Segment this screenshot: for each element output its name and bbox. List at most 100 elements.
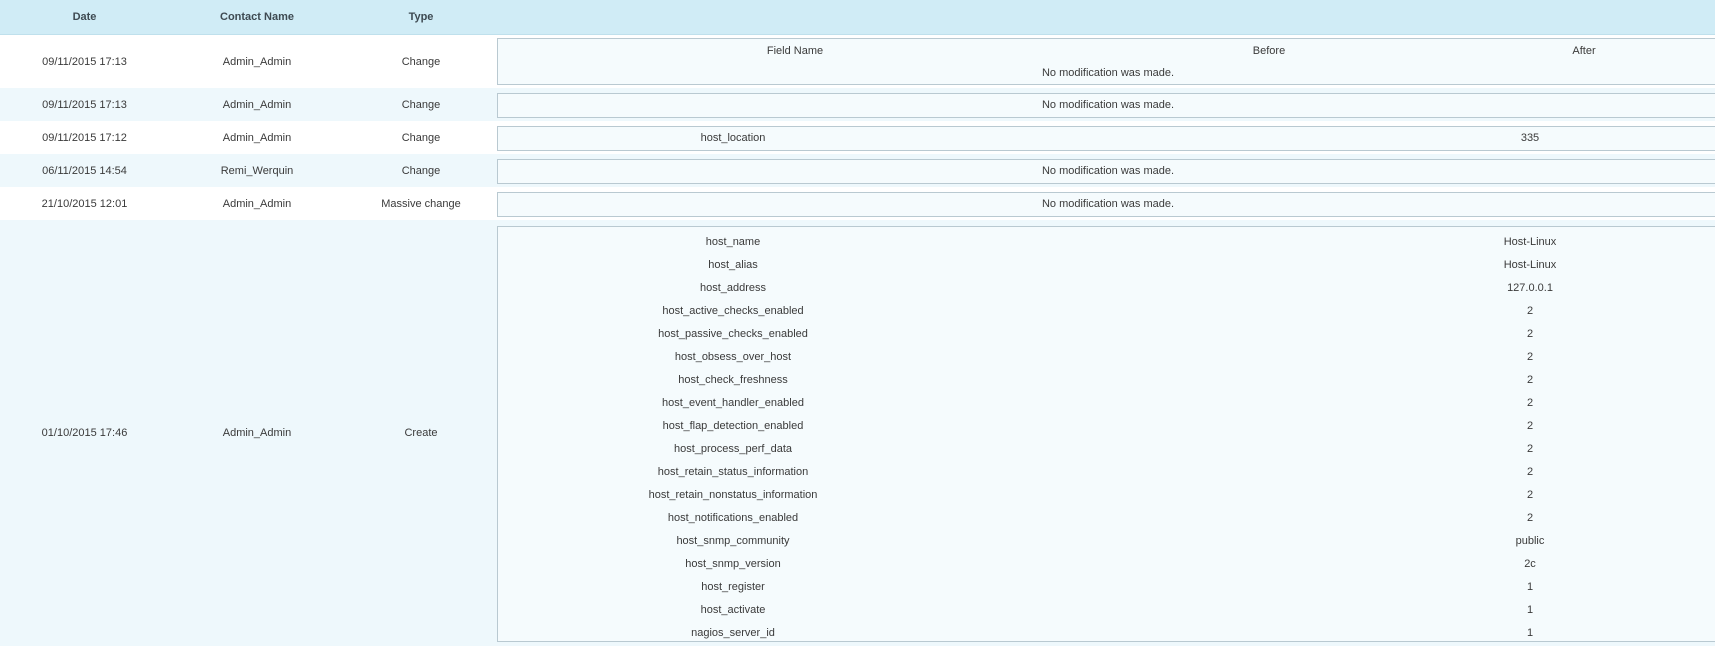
detail-entry: host_retain_status_information 2: [498, 461, 1715, 484]
change-details-box: host_location 335: [497, 126, 1715, 151]
row-contact: Admin_Admin: [222, 197, 292, 210]
detail-entry: host_alias Host-Linux: [498, 254, 1715, 277]
detail-entry: host_retain_nonstatus_information 2: [498, 484, 1715, 507]
field-after-value: 335: [1520, 132, 1540, 144]
field-name: host_check_freshness: [678, 374, 788, 386]
field-name: host_name: [705, 236, 761, 248]
field-name: host_notifications_enabled: [667, 512, 799, 524]
details-header-before: Before: [1252, 45, 1286, 57]
field-name: host_location: [700, 132, 766, 144]
field-name: host_event_handler_enabled: [662, 397, 804, 409]
detail-entry: host_check_freshness 2: [498, 369, 1715, 392]
detail-entry: host_flap_detection_enabled 2: [498, 415, 1715, 438]
table-row: 21/10/2015 12:01 Admin_Admin Massive cha…: [0, 187, 1715, 220]
row-contact: Admin_Admin: [222, 55, 292, 68]
table-row: 06/11/2015 14:54 Remi_Werquin Change No …: [0, 154, 1715, 187]
row-type: Change: [401, 164, 441, 177]
row-type: Change: [401, 131, 441, 144]
field-after-value: 2: [1526, 305, 1534, 317]
change-details-box: Field Name Before After No modification …: [497, 38, 1715, 85]
no-modification-message: No modification was made.: [1041, 198, 1175, 210]
field-name: host_obsess_over_host: [674, 351, 792, 363]
field-name: host_alias: [708, 259, 758, 271]
row-type: Change: [401, 55, 441, 68]
field-name: host_register: [701, 581, 765, 593]
field-name: nagios_server_id: [691, 627, 775, 639]
field-after-value: Host-Linux: [1503, 236, 1557, 248]
field-name: host_active_checks_enabled: [662, 305, 804, 317]
field-name: host_address: [699, 282, 767, 294]
change-log-table: Date Contact Name Type 09/11/2015 17:13 …: [0, 0, 1715, 646]
change-details-box: No modification was made.: [497, 159, 1715, 184]
detail-entry: host_active_checks_enabled 2: [498, 300, 1715, 323]
row-date: 09/11/2015 17:12: [42, 131, 127, 144]
field-after-value: Host-Linux: [1503, 259, 1557, 271]
field-after-value: 1: [1526, 604, 1534, 616]
row-date: 21/10/2015 12:01: [41, 197, 128, 210]
column-header-type[interactable]: Type: [345, 0, 497, 34]
field-name: host_snmp_community: [676, 535, 790, 547]
field-after-value: 127.0.0.1: [1507, 282, 1553, 294]
created-fields-list: host_name Host-Linux host_alias Host-Linux h…: [498, 231, 1715, 645]
table-row: 01/10/2015 17:46 Admin_Admin Create host…: [0, 220, 1715, 646]
field-after-value: 2: [1526, 489, 1534, 501]
no-modification-message: No modification was made.: [1041, 99, 1175, 111]
details-header-field: Field Name: [766, 45, 824, 57]
field-name: host_retain_status_information: [657, 466, 809, 478]
detail-entry: host_location 335: [498, 127, 1715, 150]
field-name: host_process_perf_data: [673, 443, 793, 455]
field-after-value: 2: [1526, 420, 1534, 432]
table-header: Date Contact Name Type: [0, 0, 1715, 35]
row-date: 01/10/2015 17:46: [41, 427, 128, 439]
field-after-value: 1: [1526, 581, 1534, 593]
field-name: host_snmp_version: [685, 558, 781, 570]
row-contact: Admin_Admin: [222, 98, 292, 111]
field-after-value: 2: [1526, 351, 1534, 363]
field-after-value: 2: [1526, 512, 1534, 524]
field-after-value: 2: [1526, 328, 1534, 340]
detail-entry: host_event_handler_enabled 2: [498, 392, 1715, 415]
change-details-box: No modification was made.: [497, 93, 1715, 118]
detail-entry: host_obsess_over_host 2: [498, 346, 1715, 369]
row-date: 09/11/2015 17:13: [42, 98, 127, 111]
field-after-value: 2: [1526, 466, 1534, 478]
detail-entry: host_passive_checks_enabled 2: [498, 323, 1715, 346]
field-after-value: public: [1515, 535, 1545, 547]
table-row: 09/11/2015 17:13 Admin_Admin Change Fiel…: [0, 35, 1715, 88]
detail-entry: host_notifications_enabled 2: [498, 507, 1715, 530]
row-date: 09/11/2015 17:13: [42, 55, 127, 68]
field-after-value: 2: [1526, 397, 1534, 409]
change-details-box: host_name Host-Linux host_alias Host-Linux h…: [497, 226, 1715, 642]
field-name: host_passive_checks_enabled: [658, 328, 808, 340]
column-header-date[interactable]: Date: [0, 0, 169, 34]
field-after-value: 1: [1526, 627, 1534, 639]
table-row: 09/11/2015 17:12 Admin_Admin Change host…: [0, 121, 1715, 154]
change-details-box: No modification was made.: [497, 192, 1715, 217]
detail-entry: host_snmp_community public: [498, 530, 1715, 553]
detail-entry: nagios_server_id 1: [498, 622, 1715, 645]
field-after-value: 2: [1526, 443, 1534, 455]
row-contact: Admin_Admin: [222, 427, 292, 439]
detail-entry: host_register 1: [498, 576, 1715, 599]
field-name: host_activate: [700, 604, 766, 616]
column-header-contact[interactable]: Contact Name: [169, 0, 345, 34]
field-name: host_retain_nonstatus_information: [648, 489, 818, 501]
details-header: Field Name Before After: [498, 45, 1715, 59]
row-type: Massive change: [381, 197, 461, 210]
detail-entry: host_address 127.0.0.1: [498, 277, 1715, 300]
row-date: 06/11/2015 14:54: [42, 164, 127, 177]
field-name: host_flap_detection_enabled: [662, 420, 804, 432]
row-type: Change: [401, 98, 441, 111]
table-row: 09/11/2015 17:13 Admin_Admin Change No m…: [0, 88, 1715, 121]
no-modification-message: No modification was made.: [1041, 165, 1175, 177]
row-type: Create: [404, 427, 438, 439]
field-after-value: 2: [1526, 374, 1534, 386]
row-contact: Admin_Admin: [222, 131, 292, 144]
detail-entry: host_name Host-Linux: [498, 231, 1715, 254]
no-modification-message: No modification was made.: [1041, 67, 1175, 79]
row-contact: Remi_Werquin: [220, 164, 294, 177]
details-header-after: After: [1572, 45, 1596, 57]
field-after-value: 2c: [1524, 558, 1536, 570]
detail-entry: host_activate 1: [498, 599, 1715, 622]
detail-entry: host_snmp_version 2c: [498, 553, 1715, 576]
